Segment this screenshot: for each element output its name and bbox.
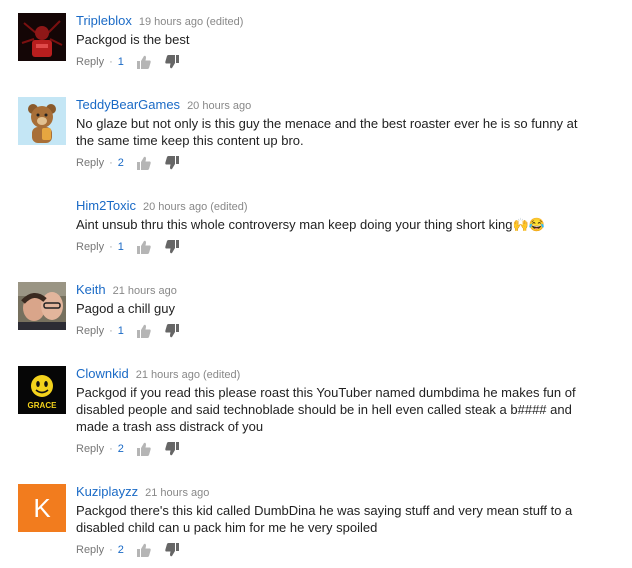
separator-dot: · — [109, 157, 113, 169]
like-count: 2 — [117, 443, 124, 455]
separator-dot: · — [109, 544, 113, 556]
like-count: 1 — [117, 241, 124, 253]
comment-timestamp[interactable]: 20 hours ago (edited) — [143, 201, 248, 213]
comment-timestamp[interactable]: 21 hours ago — [113, 285, 177, 297]
thumbs-down-icon[interactable] — [165, 240, 179, 254]
avatar[interactable] — [18, 282, 66, 330]
comment-text: Packgod is the best — [76, 32, 190, 47]
like-count: 2 — [117, 157, 124, 169]
comment-text: No glaze but not only is this guy the me… — [76, 116, 578, 148]
reply-button[interactable]: Reply — [76, 323, 104, 339]
avatar-badge-text: GRACE — [28, 401, 58, 410]
comment-actions: Reply · 1 — [76, 323, 596, 339]
comment-actions: Reply · 2 — [76, 441, 596, 457]
separator-dot: · — [109, 241, 113, 253]
thumbs-up-icon[interactable] — [136, 156, 151, 170]
reply-button[interactable]: Reply — [76, 542, 104, 558]
thumbs-up-icon[interactable] — [136, 324, 151, 338]
separator-dot: · — [109, 325, 113, 337]
avatar[interactable] — [18, 97, 66, 145]
comment-author[interactable]: Tripleblox — [76, 13, 132, 28]
avatar[interactable]: GRACE — [18, 366, 66, 414]
like-count: 1 — [117, 325, 124, 337]
thumbs-down-icon[interactable] — [165, 55, 179, 69]
thumbs-down-icon[interactable] — [165, 442, 179, 456]
comment-author[interactable]: Keith — [76, 282, 106, 297]
comment-author[interactable]: Clownkid — [76, 366, 129, 381]
separator-dot: · — [109, 56, 113, 68]
reply-button[interactable]: Reply — [76, 155, 104, 171]
comment-author[interactable]: Him2Toxic — [76, 198, 136, 213]
comment-text: Packgod if you read this please roast th… — [76, 385, 576, 434]
comment-actions: Reply · 2 — [76, 542, 596, 558]
reply-button[interactable]: Reply — [76, 441, 104, 457]
avatar[interactable] — [18, 13, 66, 61]
like-count: 2 — [117, 544, 124, 556]
separator-dot: · — [109, 443, 113, 455]
comment-author[interactable]: TeddyBearGames — [76, 97, 180, 112]
comment-actions: Reply · 2 — [76, 155, 596, 171]
comment-timestamp[interactable]: 19 hours ago (edited) — [139, 16, 244, 28]
avatar[interactable]: K — [18, 484, 66, 532]
comment-timestamp[interactable]: 21 hours ago (edited) — [136, 369, 241, 381]
thumbs-down-icon[interactable] — [165, 543, 179, 557]
thumbs-up-icon[interactable] — [136, 543, 151, 557]
comment-timestamp[interactable]: 21 hours ago — [145, 487, 209, 499]
reply-button[interactable]: Reply — [76, 239, 104, 255]
thumbs-down-icon[interactable] — [165, 156, 179, 170]
thumbs-down-icon[interactable] — [165, 324, 179, 338]
reply-button[interactable]: Reply — [76, 54, 104, 70]
comment-text: Packgod there's this kid called DumbDina… — [76, 503, 573, 535]
comment-actions: Reply · 1 — [76, 54, 596, 70]
thumbs-up-icon[interactable] — [136, 55, 151, 69]
like-count: 1 — [117, 56, 124, 68]
comment-author[interactable]: Kuziplayzz — [76, 484, 138, 499]
comment-timestamp[interactable]: 20 hours ago — [187, 100, 251, 112]
comment-text: Pagod a chill guy — [76, 301, 176, 316]
avatar-letter: K — [33, 492, 51, 523]
thumbs-up-icon[interactable] — [136, 442, 151, 456]
thumbs-up-icon[interactable] — [136, 240, 151, 254]
comment-actions: Reply · 1 — [76, 239, 596, 255]
comment-text: Aint unsub thru this whole controversy m… — [76, 217, 545, 232]
